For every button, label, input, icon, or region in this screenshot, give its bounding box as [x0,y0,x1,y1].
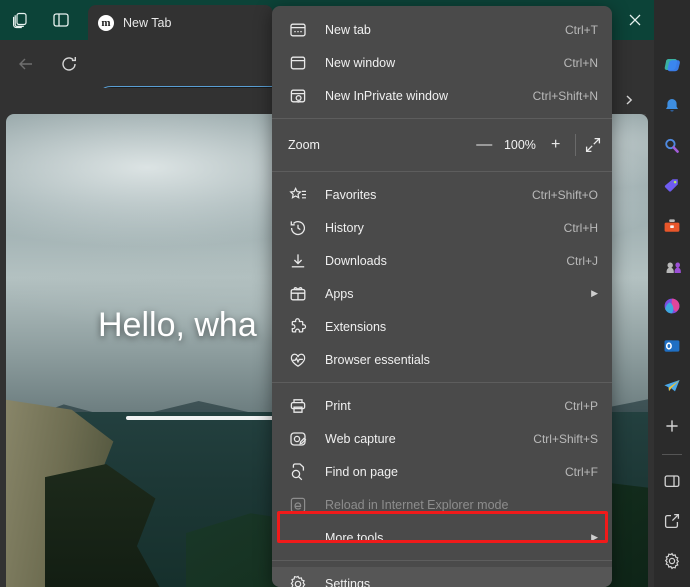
page-greeting: Hello, wha [98,306,257,344]
zoom-level-value: 100% [503,138,536,152]
menu-item-browser-essentials[interactable]: Browser essentials [272,343,612,376]
menu-item-label: Find on page [325,464,398,479]
sidebar-divider [662,454,682,455]
submenu-arrow-icon: ▶ [591,288,598,298]
menu-item-reload-ie-mode: Reload in Internet Explorer mode [272,488,612,521]
history-icon [288,218,308,238]
inprivate-icon [288,86,308,106]
menu-item-history[interactable]: History Ctrl+H [272,211,612,244]
menu-item-apps[interactable]: Apps ▶ [272,277,612,310]
menu-item-downloads[interactable]: Downloads Ctrl+J [272,244,612,277]
downloads-icon [288,251,308,271]
menu-item-label: Web capture [325,431,396,446]
sidebar-toggle-icon[interactable] [658,467,686,495]
sidebar-item-notifications[interactable] [658,92,686,120]
sidebar-item-tools[interactable] [658,212,686,240]
web-capture-icon [288,429,308,449]
menu-item-shortcut: Ctrl+P [564,398,598,413]
browser-tab[interactable]: m New Tab [88,5,273,40]
print-icon [288,396,308,416]
apps-icon [288,284,308,304]
menu-item-more-tools[interactable]: More tools ▶ [272,521,612,554]
tab-title: New Tab [123,15,172,30]
edge-browser-window: m New Tab Hello, wha New tab Ctrl+T New … [0,0,690,587]
sidebar-settings-gear-icon[interactable] [658,547,686,575]
new-window-icon [288,53,308,73]
menu-item-label: Extensions [325,319,387,334]
ie-mode-icon [288,495,308,515]
menu-item-extensions[interactable]: Extensions [272,310,612,343]
fullscreen-icon[interactable] [580,131,606,159]
menu-item-shortcut: Ctrl+F [565,464,598,479]
menu-item-label: New window [325,55,396,70]
sidebar-item-shopping[interactable] [658,172,686,200]
sidebar-item-search[interactable] [658,132,686,160]
menu-item-shortcut: Ctrl+H [563,220,598,235]
menu-item-find-on-page[interactable]: Find on page Ctrl+F [272,455,612,488]
menu-item-shortcut: Ctrl+Shift+S [533,431,598,446]
menu-item-shortcut: Ctrl+Shift+N [532,88,598,103]
menu-item-label: Reload in Internet Explorer mode [325,497,509,512]
submenu-arrow-icon: ▶ [591,532,598,542]
menu-separator [272,560,612,561]
menu-item-new-inprivate-window[interactable]: New InPrivate window Ctrl+Shift+N [272,79,612,112]
find-icon [288,462,308,482]
menu-item-shortcut: Ctrl+Shift+O [531,187,598,202]
zoom-out-button[interactable]: — [471,131,497,159]
menu-item-label: Apps [325,286,354,301]
menu-item-label: Browser essentials [325,352,430,367]
menu-item-favorites[interactable]: Favorites Ctrl+Shift+O [272,178,612,211]
menu-item-label: More tools [325,530,384,545]
zoom-separator [574,134,576,156]
open-external-icon[interactable] [658,507,686,535]
reload-button[interactable] [55,50,83,78]
menu-separator [272,118,612,119]
edge-settings-menu: New tab Ctrl+T New window Ctrl+N New InP… [272,6,612,587]
new-tab-icon [288,20,308,40]
sidebar-item-add[interactable] [658,412,686,440]
menu-item-new-tab[interactable]: New tab Ctrl+T [272,13,612,46]
tab-pane-icon[interactable] [48,8,74,32]
browser-essentials-icon [288,350,308,370]
menu-item-label: Settings [325,576,371,587]
menu-item-label: Print [325,398,351,413]
menu-item-shortcut: Ctrl+T [565,22,598,37]
zoom-in-button[interactable]: + [542,131,568,159]
chevron-right-icon[interactable] [618,89,640,111]
tab-search-icon[interactable] [8,8,34,32]
back-button[interactable] [12,50,40,78]
menu-item-print[interactable]: Print Ctrl+P [272,389,612,422]
favorites-icon [288,185,308,205]
menu-item-label: New tab [325,22,371,37]
sidebar-item-office[interactable] [658,292,686,320]
menu-separator [272,171,612,172]
tab-favicon: m [98,14,114,31]
sidebar-item-copilot[interactable] [658,52,686,80]
more-tools-icon [288,528,308,548]
menu-item-label: Downloads [325,253,387,268]
zoom-label: Zoom [288,138,320,152]
menu-separator [272,382,612,383]
menu-item-label: Favorites [325,187,377,202]
menu-item-web-capture[interactable]: Web capture Ctrl+Shift+S [272,422,612,455]
menu-zoom-row: Zoom — 100% + [272,125,612,165]
sidebar-item-games[interactable] [658,252,686,280]
sidebar-item-telegram[interactable] [658,372,686,400]
menu-item-settings[interactable]: Settings [272,567,612,587]
settings-gear-icon [288,574,308,587]
close-icon[interactable] [616,0,654,40]
menu-item-new-window[interactable]: New window Ctrl+N [272,46,612,79]
menu-item-shortcut: Ctrl+N [563,55,598,70]
extensions-icon [288,317,308,337]
edge-sidebar [654,0,690,587]
sidebar-item-outlook[interactable] [658,332,686,360]
menu-item-shortcut: Ctrl+J [566,253,598,268]
menu-item-label: History [325,220,364,235]
menu-item-label: New InPrivate window [325,88,448,103]
